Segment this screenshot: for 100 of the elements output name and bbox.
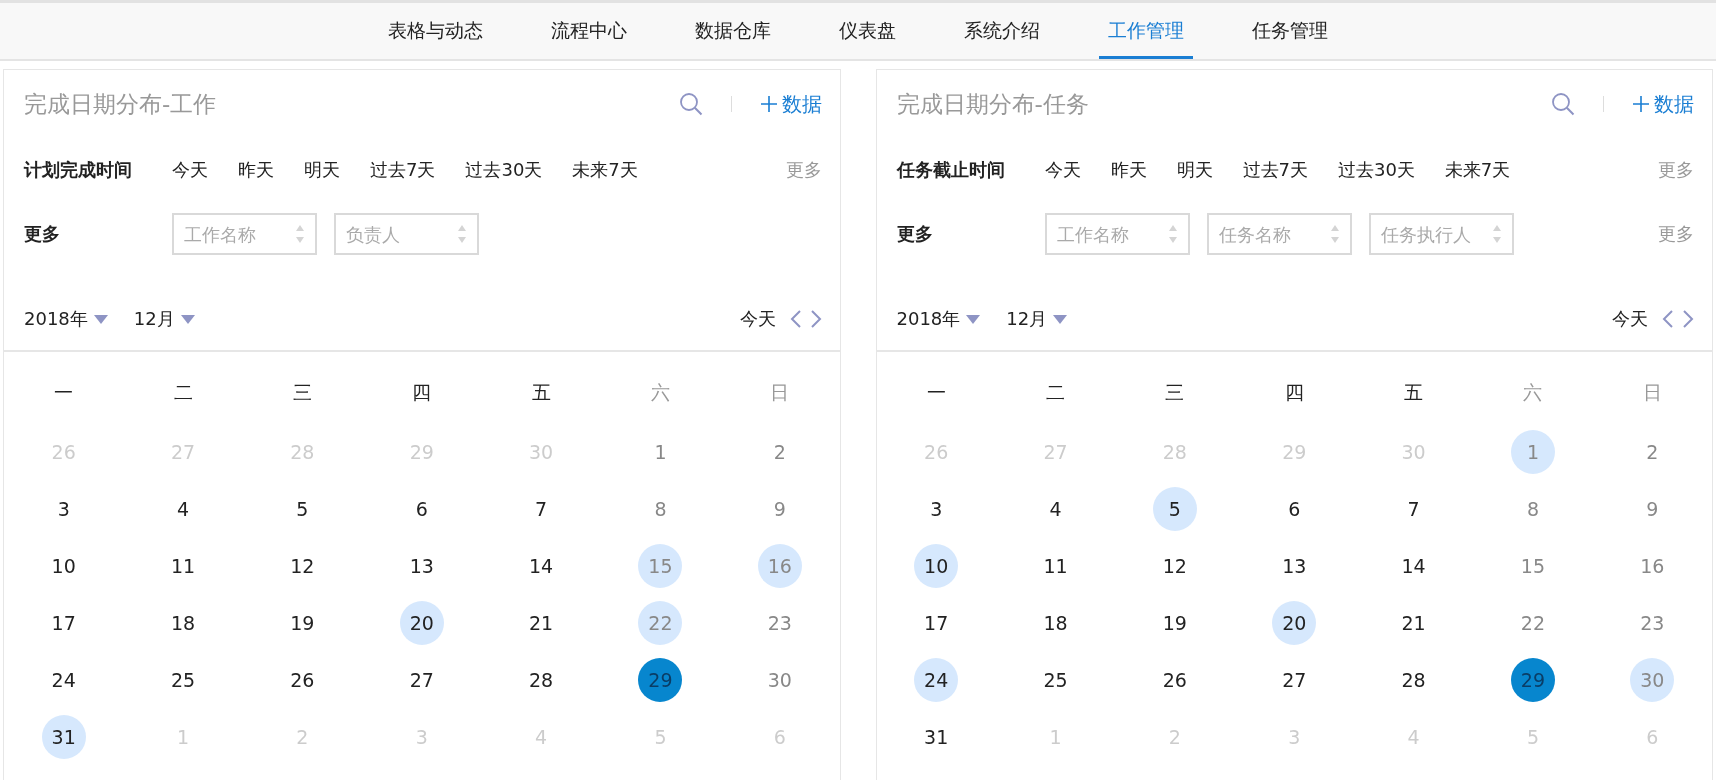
calendar-day[interactable]: 18 [161,600,205,645]
calendar-day[interactable]: 26 [1152,657,1197,702]
chevron-right-icon[interactable] [809,309,822,329]
calendar-day[interactable]: 10 [41,543,86,588]
weekday-label: 四 [411,380,433,405]
calendar-day[interactable]: 2 [757,429,802,474]
calendar-day[interactable]: 2 [1630,429,1675,474]
calendar-day[interactable]: 19 [1152,600,1197,645]
calendar-day[interactable]: 6 [399,486,444,531]
calendar-day[interactable]: 13 [399,543,444,588]
weekday-label: 五 [530,380,552,405]
calendar-day[interactable]: 10 [914,543,959,588]
select-field[interactable]: 工作名称 [172,213,317,255]
nav-tab[interactable]: 数据仓库 [686,3,780,59]
chevron-left-icon[interactable] [789,309,802,329]
quick-filter[interactable]: 过去7天 [370,158,436,182]
calendar-day[interactable]: 31 [41,714,86,759]
calendar-day[interactable]: 8 [1510,486,1555,531]
sort-icon [1167,223,1178,245]
calendar-day[interactable]: 25 [161,657,205,702]
quick-filter[interactable]: 明天 [304,158,340,182]
calendar-day[interactable]: 22 [1510,600,1555,645]
add-data-link[interactable]: 数据 [759,90,822,118]
calendar-day[interactable]: 31 [914,714,959,759]
chevron-left-icon[interactable] [1662,309,1674,329]
calendar-day[interactable]: 12 [280,543,325,588]
calendar-day[interactable]: 28 [1391,657,1436,702]
calendar-day[interactable]: 24 [914,657,959,702]
quick-filter[interactable]: 昨天 [1110,158,1147,182]
quick-filter[interactable]: 明天 [1176,158,1213,182]
quick-filter[interactable]: 过去30天 [465,158,543,182]
quick-filter[interactable]: 过去7天 [1242,158,1308,182]
quick-filter[interactable]: 过去30天 [1337,158,1415,182]
calendar-day[interactable]: 4 [161,486,205,531]
calendar-day[interactable]: 25 [1033,657,1078,702]
calendar-day[interactable]: 12 [1152,543,1197,588]
calendar-day[interactable]: 13 [1272,543,1317,588]
calendar-day[interactable]: 30 [757,657,802,702]
calendar-day[interactable]: 26 [280,657,325,702]
nav-tab[interactable]: 表格与动态 [379,3,492,59]
select-field[interactable]: 工作名称 [1044,213,1190,255]
today-button[interactable]: 今天 [739,307,776,331]
month-dropdown[interactable]: 12月 [133,307,195,331]
calendar-day[interactable]: 3 [914,486,959,531]
calendar-day[interactable]: 3 [41,486,86,531]
calendar-day[interactable]: 9 [1630,486,1675,531]
filter-label: 更多 [896,222,934,246]
nav-tab[interactable]: 系统介绍 [955,3,1049,59]
calendar-day[interactable]: 24 [41,657,86,702]
calendar-day[interactable]: 8 [638,486,683,531]
calendar-day[interactable]: 23 [1630,600,1675,645]
calendar-day[interactable]: 21 [519,600,564,645]
year-dropdown[interactable]: 2018年 [896,307,981,331]
quick-filter[interactable]: 昨天 [238,158,274,182]
calendar-day[interactable]: 27 [399,657,444,702]
quick-filter[interactable]: 未来7天 [1444,158,1511,182]
calendar-day[interactable]: 6 [1272,486,1317,531]
search-icon[interactable] [678,92,703,116]
calendar-day[interactable]: 4 [1033,486,1078,531]
quick-filter[interactable]: 未来7天 [572,158,638,182]
calendar-day[interactable]: 19 [280,600,325,645]
add-data-link[interactable]: 数据 [1632,90,1694,118]
plus-icon [759,95,778,113]
today-button[interactable]: 今天 [1612,307,1648,331]
calendar-day[interactable]: 17 [41,600,86,645]
calendar-day[interactable]: 28 [519,657,564,702]
calendar-day[interactable]: 27 [1272,657,1317,702]
calendar-day[interactable]: 23 [757,600,802,645]
calendar-day[interactable]: 11 [161,543,205,588]
calendar-day[interactable]: 9 [757,486,802,531]
calendar-day[interactable]: 15 [1510,543,1555,588]
calendar-day[interactable]: 5 [280,486,325,531]
year-dropdown[interactable]: 2018年 [24,307,108,331]
nav-tab[interactable]: 工作管理 [1099,3,1193,59]
calendar-day[interactable]: 17 [914,600,959,645]
calendar-day[interactable]: 5 [1152,486,1197,531]
calendar-day[interactable]: 18 [1033,600,1078,645]
quick-filter[interactable]: 今天 [1044,158,1081,182]
quick-filter[interactable]: 今天 [172,158,208,182]
calendar-day[interactable]: 16 [1630,543,1675,588]
search-icon[interactable] [1551,92,1575,116]
select-field[interactable]: 任务名称 [1206,213,1352,255]
month-dropdown[interactable]: 12月 [1006,307,1068,331]
calendar-day[interactable]: 14 [1391,543,1436,588]
calendar-day[interactable]: 7 [519,486,564,531]
calendar-day[interactable]: 20 [1272,600,1317,645]
weekday-label: 六 [649,380,671,405]
chevron-right-icon[interactable] [1682,309,1694,329]
calendar-day[interactable]: 1 [638,429,683,474]
calendar-day[interactable]: 14 [519,543,564,588]
select-field[interactable]: 负责人 [334,213,479,255]
nav-tab[interactable]: 流程中心 [542,3,636,59]
select-field[interactable]: 任务执行人 [1368,213,1514,255]
calendar-day[interactable]: 21 [1391,600,1436,645]
nav-tab[interactable]: 仪表盘 [830,3,905,59]
nav-tab[interactable]: 任务管理 [1243,3,1337,59]
calendar-day[interactable]: 20 [399,600,444,645]
calendar-day[interactable]: 7 [1391,486,1436,531]
filter-label: 更多 [24,222,61,246]
calendar-day[interactable]: 11 [1033,543,1078,588]
